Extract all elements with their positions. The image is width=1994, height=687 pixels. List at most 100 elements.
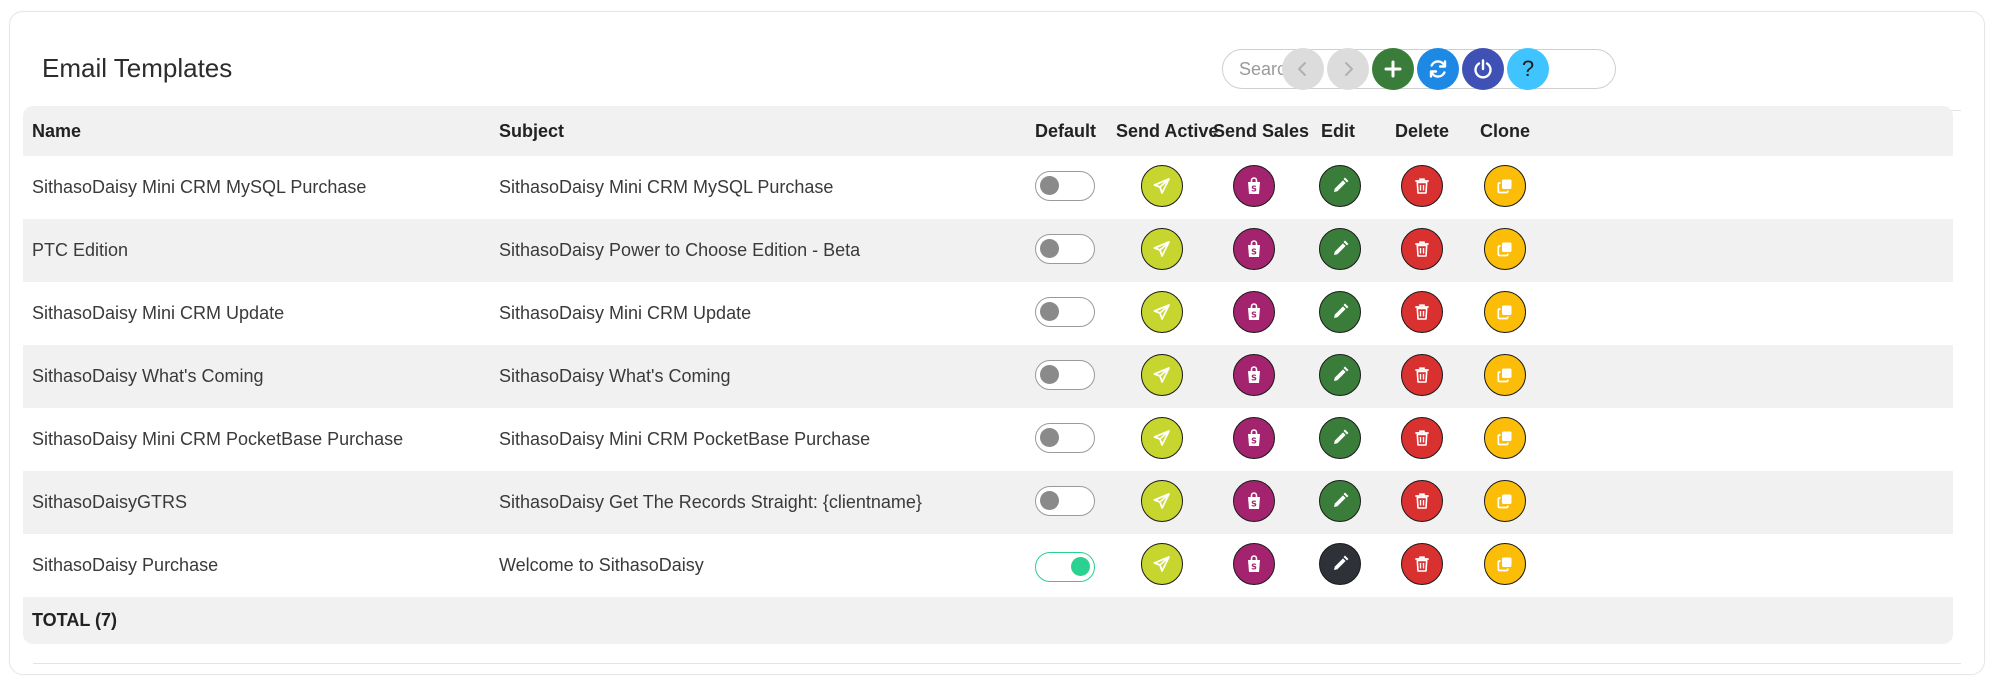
- send-icon: [1153, 493, 1170, 509]
- template-name: PTC Edition: [32, 240, 129, 260]
- table-row: SithasoDaisyGTRS SithasoDaisy Get The Rec…: [23, 471, 1953, 534]
- default-toggle[interactable]: [1035, 234, 1095, 264]
- shopify-bag-icon: S: [1248, 429, 1260, 446]
- delete-button[interactable]: [1401, 417, 1443, 459]
- toggle-knob: [1071, 557, 1090, 576]
- default-toggle[interactable]: [1035, 171, 1095, 201]
- clone-button[interactable]: [1484, 291, 1526, 333]
- table-row: SithasoDaisy Mini CRM MySQL Purchase Sith…: [23, 156, 1953, 219]
- edit-button[interactable]: [1319, 228, 1361, 270]
- edit-button[interactable]: [1319, 480, 1361, 522]
- shopify-bag-icon: S: [1248, 492, 1260, 509]
- delete-button[interactable]: [1401, 291, 1443, 333]
- column-header-subject[interactable]: Subject: [499, 106, 564, 156]
- svg-text:S: S: [1251, 185, 1257, 194]
- delete-button[interactable]: [1401, 165, 1443, 207]
- template-name: SithasoDaisy Mini CRM PocketBase Purchas…: [32, 429, 404, 449]
- copy-icon: [1497, 557, 1512, 572]
- send-active-button[interactable]: [1141, 543, 1183, 585]
- clone-button[interactable]: [1484, 480, 1526, 522]
- trash-icon: [1415, 556, 1429, 572]
- pencil-icon: [1334, 492, 1349, 507]
- trash-icon: [1415, 304, 1429, 320]
- trash-icon: [1415, 241, 1429, 257]
- template-name: SithasoDaisy Purchase: [32, 555, 219, 575]
- default-toggle[interactable]: [1035, 486, 1095, 516]
- help-button[interactable]: ?: [1507, 48, 1549, 90]
- copy-icon: [1497, 179, 1512, 194]
- templates-table: Name Subject Default Send Active Send Sa…: [23, 106, 1953, 644]
- send-active-button[interactable]: [1141, 417, 1183, 459]
- clone-button[interactable]: [1484, 165, 1526, 207]
- default-toggle[interactable]: [1035, 360, 1095, 390]
- delete-button[interactable]: [1401, 228, 1443, 270]
- logout-button[interactable]: [1462, 48, 1504, 90]
- send-sales-button[interactable]: S: [1233, 543, 1275, 585]
- send-active-button[interactable]: [1141, 165, 1183, 207]
- send-icon: [1153, 178, 1170, 194]
- send-sales-button[interactable]: S: [1233, 417, 1275, 459]
- edit-button[interactable]: [1319, 543, 1361, 585]
- column-header-name[interactable]: Name: [32, 106, 81, 156]
- edit-button[interactable]: [1319, 291, 1361, 333]
- default-toggle[interactable]: [1035, 423, 1095, 453]
- edit-button[interactable]: [1319, 417, 1361, 459]
- send-sales-button[interactable]: S: [1233, 480, 1275, 522]
- clone-button[interactable]: [1484, 228, 1526, 270]
- template-name: SithasoDaisy Mini CRM MySQL Purchase: [32, 177, 367, 197]
- clone-button[interactable]: [1484, 354, 1526, 396]
- toggle-knob: [1040, 176, 1059, 195]
- clone-button[interactable]: [1484, 417, 1526, 459]
- copy-icon: [1497, 494, 1512, 509]
- send-active-button[interactable]: [1141, 354, 1183, 396]
- table-row: SithasoDaisy Mini CRM Update SithasoDaisy…: [23, 282, 1953, 345]
- edit-button[interactable]: [1319, 354, 1361, 396]
- template-subject: Welcome to SithasoDaisy: [499, 555, 704, 575]
- send-sales-button[interactable]: S: [1233, 354, 1275, 396]
- toggle-knob: [1040, 239, 1059, 258]
- delete-button[interactable]: [1401, 480, 1443, 522]
- column-header-send-active[interactable]: Send Active: [1116, 106, 1218, 156]
- chevron-right-icon: [1345, 62, 1353, 76]
- send-sales-button[interactable]: S: [1233, 291, 1275, 333]
- delete-button[interactable]: [1401, 543, 1443, 585]
- column-header-edit[interactable]: Edit: [1321, 106, 1355, 156]
- send-sales-button[interactable]: S: [1233, 228, 1275, 270]
- question-icon: ?: [1521, 56, 1535, 81]
- edit-button[interactable]: [1319, 165, 1361, 207]
- send-active-button[interactable]: [1141, 480, 1183, 522]
- pencil-icon: [1334, 303, 1349, 318]
- power-icon: [1474, 59, 1492, 79]
- table-row: SithasoDaisy Mini CRM PocketBase Purchas…: [23, 408, 1953, 471]
- default-toggle[interactable]: [1035, 297, 1095, 327]
- template-name: SithasoDaisyGTRS: [32, 492, 188, 512]
- template-subject: SithasoDaisy What's Coming: [499, 366, 731, 386]
- refresh-button[interactable]: [1417, 48, 1459, 90]
- copy-icon: [1497, 305, 1512, 320]
- copy-icon: [1497, 368, 1512, 383]
- svg-text:S: S: [1251, 563, 1257, 572]
- svg-text:S: S: [1251, 374, 1257, 383]
- toggle-knob: [1040, 302, 1059, 321]
- send-sales-button[interactable]: S: [1233, 165, 1275, 207]
- prev-page-button[interactable]: [1282, 48, 1324, 90]
- svg-text:S: S: [1251, 248, 1257, 257]
- delete-button[interactable]: [1401, 354, 1443, 396]
- add-button[interactable]: [1372, 48, 1414, 90]
- table-row: SithasoDaisy Purchase Welcome to SithasoD…: [23, 534, 1953, 597]
- trash-icon: [1415, 430, 1429, 446]
- column-header-send-sales[interactable]: Send Sales: [1213, 106, 1309, 156]
- send-active-button[interactable]: [1141, 228, 1183, 270]
- next-page-button[interactable]: [1327, 48, 1369, 90]
- column-header-default[interactable]: Default: [1035, 106, 1096, 156]
- send-active-button[interactable]: [1141, 291, 1183, 333]
- template-subject: SithasoDaisy Mini CRM PocketBase Purchas…: [499, 429, 871, 449]
- clone-button[interactable]: [1484, 543, 1526, 585]
- template-subject: SithasoDaisy Get The Records Straight: {…: [499, 492, 922, 512]
- page-title: Email Templates: [42, 53, 233, 83]
- default-toggle[interactable]: [1035, 552, 1095, 582]
- column-header-delete[interactable]: Delete: [1395, 106, 1449, 156]
- column-header-clone[interactable]: Clone: [1480, 106, 1530, 156]
- pencil-icon: [1334, 366, 1349, 381]
- trash-icon: [1415, 367, 1429, 383]
